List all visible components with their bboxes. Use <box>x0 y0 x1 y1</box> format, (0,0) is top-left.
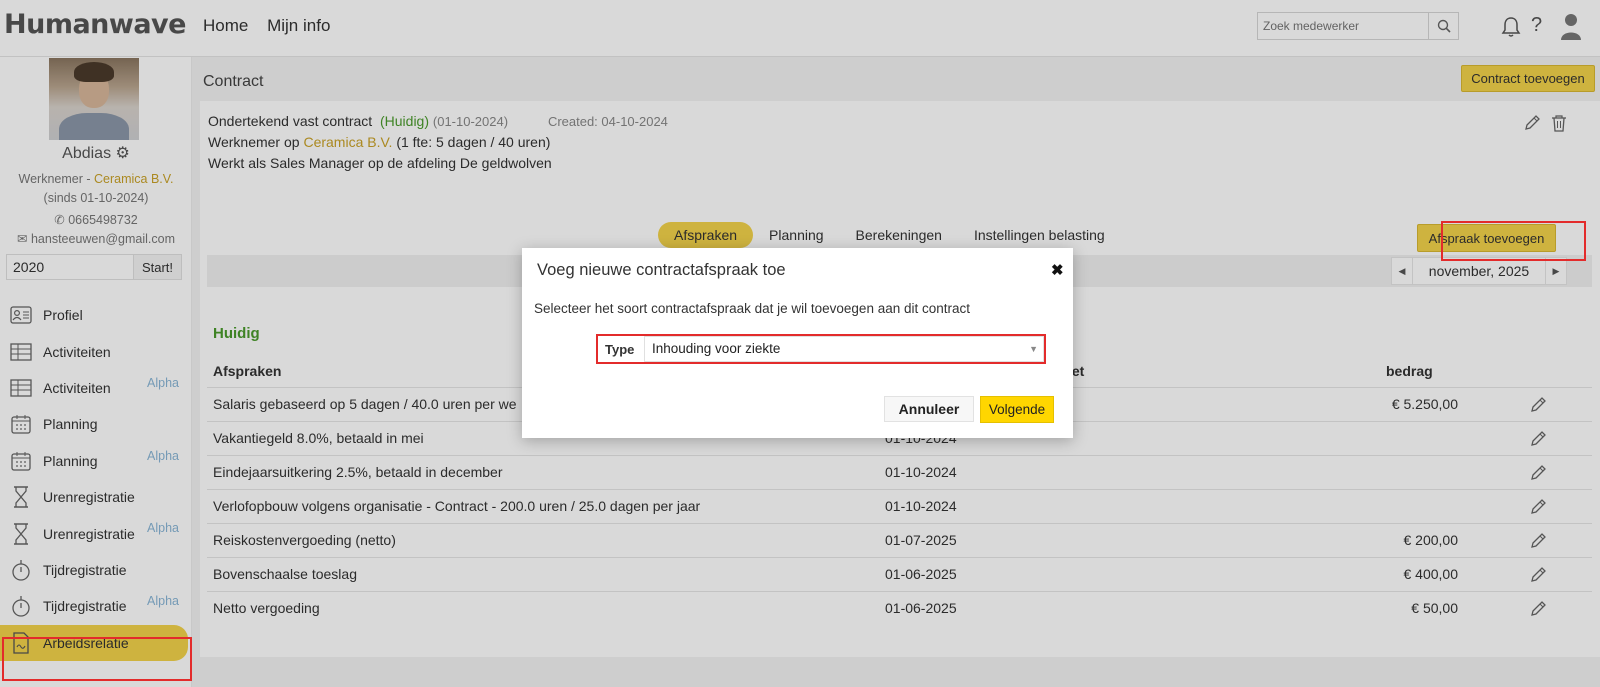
highlight-add-afspraak <box>1441 221 1586 261</box>
dialog-description: Selecteer het soort contractafspraak dat… <box>534 301 971 316</box>
add-afspraak-dialog: Voeg nieuwe contractafspraak toe ✖ Selec… <box>522 248 1073 438</box>
close-icon[interactable]: ✖ <box>1051 261 1064 279</box>
highlight-arbeidsrelatie <box>2 637 192 681</box>
next-button[interactable]: Volgende <box>980 396 1054 423</box>
highlight-type-field <box>596 334 1046 364</box>
cancel-button[interactable]: Annuleer <box>884 396 974 422</box>
dialog-title: Voeg nieuwe contractafspraak toe <box>537 261 786 279</box>
